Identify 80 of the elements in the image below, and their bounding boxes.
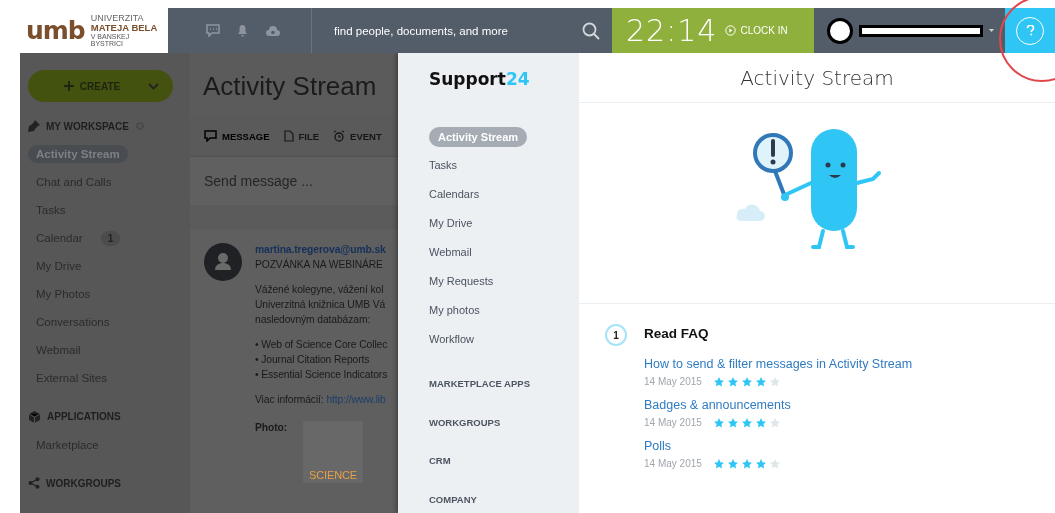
pin-icon — [28, 120, 40, 132]
star-icon — [741, 376, 752, 387]
post-text: Univerzitná knižnica UMB Vá — [255, 298, 387, 312]
menu-item[interactable]: Calendars — [429, 185, 480, 215]
step-title: Read FAQ — [644, 326, 710, 341]
cube-icon — [28, 410, 41, 423]
composer-tab[interactable]: EVENT — [333, 130, 382, 142]
page-title: Activity Stream — [203, 71, 378, 102]
menu-section[interactable]: COMPANY — [429, 493, 579, 513]
post-text: Vážené kolegyne, vážení kol — [255, 283, 385, 297]
menu-item[interactable]: My Drive — [429, 214, 473, 244]
chat-icon[interactable] — [206, 24, 220, 37]
logo-text: UNIVERZITA — [90, 13, 145, 23]
panel-title: Activity Stream — [740, 65, 894, 90]
star-icon — [713, 417, 724, 428]
menu-item[interactable]: Tasks — [429, 156, 458, 186]
alarm-clock-icon — [333, 130, 346, 142]
star-icon — [755, 458, 766, 469]
photo-label: Photo: — [255, 421, 287, 435]
caret-icon[interactable] — [989, 29, 994, 32]
star-icon — [769, 458, 780, 469]
article-link[interactable]: How to send & filter messages in Activity Stream — [644, 357, 913, 371]
post-text: nasledovným databázam: — [255, 313, 372, 327]
article-date: 14 May 2015 — [644, 417, 702, 428]
logo-text: MATEJA BELA — [90, 22, 159, 33]
menu-section[interactable]: CRM — [429, 455, 579, 475]
star-icon — [713, 376, 724, 387]
play-icon — [725, 25, 737, 36]
menu-section[interactable]: WORKGROUPS — [429, 416, 579, 437]
star-icon — [755, 417, 766, 428]
star-icon — [727, 458, 738, 469]
post-subject: POZVÁNKA NA WEBINÁRE — [255, 258, 384, 272]
star-icon — [741, 417, 752, 428]
search-icon[interactable] — [582, 21, 600, 40]
section-heading: MY WORKSPACE — [46, 120, 129, 132]
post-text: Viac informácií: — [255, 394, 324, 405]
star-icon — [769, 417, 780, 428]
article-link[interactable]: Badges & announcements — [644, 398, 913, 412]
composer-tab[interactable]: FILE — [283, 130, 320, 142]
logo-mark: umb — [26, 18, 85, 43]
star-icon — [727, 417, 738, 428]
author-link[interactable]: martina.tregerova@umb.sk — [255, 243, 388, 257]
search-field[interactable]: find people, documents, and more — [332, 23, 582, 38]
list-item: • Web of Science Core Collec — [255, 338, 388, 352]
star-icon — [741, 458, 752, 469]
step-number: 1 — [605, 324, 627, 346]
document-icon — [283, 130, 294, 142]
message-field[interactable]: Send message ... — [190, 157, 398, 205]
section-heading: WORKGROUPS — [46, 477, 121, 489]
menu-item[interactable]: Webmail — [429, 243, 472, 273]
star-icon — [755, 376, 766, 387]
clock-in-button[interactable]: CLOCK IN — [725, 25, 788, 36]
list-item: • Essential Science Indicators — [255, 368, 388, 382]
menu-item[interactable]: Workflow — [429, 330, 475, 360]
share-icon — [28, 477, 40, 489]
menu-item[interactable]: My Requests — [429, 272, 494, 302]
bell-icon[interactable] — [237, 24, 248, 37]
star-icon — [727, 376, 738, 387]
menu-item[interactable]: My photos — [429, 301, 480, 331]
composer-tab[interactable]: MESSAGE — [204, 130, 270, 142]
star-icon — [769, 376, 780, 387]
article-link[interactable]: Polls — [644, 439, 913, 453]
star-icon — [713, 458, 724, 469]
cloud-icon[interactable] — [265, 24, 281, 37]
list-item: • Journal Citation Reports — [255, 353, 371, 367]
speech-bubble-icon — [204, 130, 217, 142]
menu-item[interactable]: Activity Stream — [429, 127, 528, 148]
menu-section[interactable]: MARKETPLACE APPS — [429, 378, 579, 398]
article-date: 14 May 2015 — [644, 458, 702, 469]
question-mark-icon — [1025, 25, 1035, 36]
brand-logo: Support24 — [429, 69, 531, 91]
chevron-down-icon — [148, 82, 159, 90]
post-link[interactable]: http://www.lib — [326, 394, 386, 405]
clock-time: 22:14 — [626, 13, 718, 48]
user-avatar[interactable] — [827, 17, 853, 44]
section-heading: APPLICATIONS — [47, 411, 121, 422]
user-silhouette-icon — [204, 243, 242, 281]
image-thumbnail[interactable]: SCIENCE — [303, 421, 363, 483]
article-date: 14 May 2015 — [644, 376, 702, 387]
plus-icon — [63, 81, 74, 91]
